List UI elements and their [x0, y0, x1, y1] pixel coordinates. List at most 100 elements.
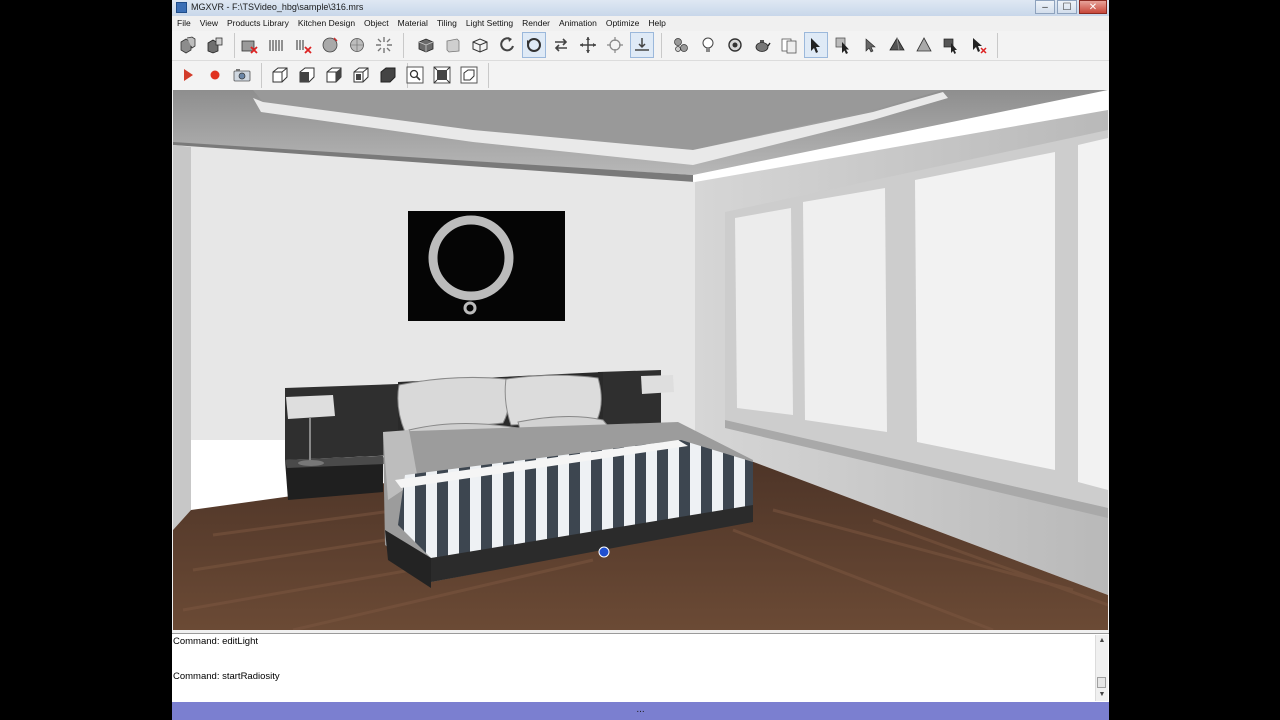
wall-panel-button[interactable]	[442, 33, 464, 57]
menu-products-library[interactable]: Products Library	[222, 18, 293, 28]
radiosity-button[interactable]	[373, 33, 395, 57]
select-delete-button[interactable]	[967, 33, 989, 57]
light-bulb-button[interactable]	[697, 33, 719, 57]
window-shade	[803, 188, 887, 432]
menu-light-setting[interactable]: Light Setting	[461, 18, 517, 28]
menu-file[interactable]: File	[172, 18, 195, 28]
zoom-window-button[interactable]	[458, 63, 480, 87]
select-alt-button[interactable]	[859, 33, 881, 57]
orbit-button[interactable]	[522, 32, 546, 58]
delete-hidden-button[interactable]	[292, 33, 314, 57]
zoom-extents-icon	[433, 66, 451, 84]
pyramid-icon	[916, 37, 932, 52]
scroll-thumb[interactable]	[1097, 677, 1106, 688]
menu-help[interactable]: Help	[643, 18, 669, 28]
select-box-button[interactable]	[832, 33, 854, 57]
select-cross-button[interactable]	[940, 33, 962, 57]
center-target-button[interactable]	[604, 33, 626, 57]
menu-bar: File View Products Library Kitchen Desig…	[172, 16, 1109, 30]
scroll-up-arrow-icon[interactable]: ▲	[1096, 636, 1108, 646]
center-target-icon	[607, 37, 623, 53]
swap-button[interactable]	[550, 33, 572, 57]
swap-icon	[554, 38, 568, 52]
lamp-right	[641, 375, 674, 394]
view-front-button[interactable]	[296, 63, 318, 87]
ground-level-icon	[635, 38, 649, 51]
zoom-button[interactable]	[404, 63, 426, 87]
move-button[interactable]	[577, 33, 599, 57]
maximize-button[interactable]: ☐	[1057, 0, 1077, 14]
select-arrow-alt-icon	[865, 38, 876, 53]
menu-render[interactable]: Render	[517, 18, 554, 28]
play-button[interactable]	[177, 63, 199, 87]
title-bar[interactable]: MGXVR - F:\TSVideo_hbg\sample\316.mrs – …	[172, 0, 1109, 17]
minimize-button[interactable]: –	[1035, 0, 1055, 14]
rotate-icon	[500, 37, 514, 52]
light-gizmo-icon[interactable]	[598, 546, 610, 558]
copy-object-button[interactable]	[177, 33, 199, 57]
menu-animation[interactable]: Animation	[554, 18, 601, 28]
3d-viewport[interactable]	[173, 90, 1108, 630]
camera-button[interactable]	[231, 63, 253, 87]
menu-optimize[interactable]: Optimize	[601, 18, 644, 28]
select-box-icon	[835, 37, 849, 54]
teapot-button[interactable]	[751, 33, 773, 57]
zoom-extents-button[interactable]	[431, 63, 453, 87]
view-left-button[interactable]	[323, 63, 345, 87]
view-perspective-icon	[272, 67, 288, 83]
menu-tiling[interactable]: Tiling	[432, 18, 461, 28]
rotate-button[interactable]	[496, 33, 518, 57]
spheres-icon	[674, 38, 688, 52]
command-scrollbar[interactable]: ▲ ▼	[1095, 635, 1108, 701]
render-sphere-alt-button[interactable]	[346, 33, 368, 57]
window-shade	[1078, 138, 1108, 490]
command-line: Command: editLight	[173, 636, 259, 647]
hide-object-button[interactable]	[265, 33, 287, 57]
pyramid-button[interactable]	[913, 33, 935, 57]
view-left-icon	[326, 67, 342, 83]
scroll-down-arrow-icon[interactable]: ▼	[1096, 690, 1108, 700]
window-shade	[735, 208, 793, 415]
close-button[interactable]: ✕	[1079, 0, 1107, 14]
command-log[interactable]: Command: editLight Command: startRadiosi…	[172, 633, 1109, 703]
cone-icon	[889, 37, 905, 51]
box-solid-icon	[418, 38, 434, 53]
menu-object[interactable]: Object	[359, 18, 393, 28]
box-solid-button[interactable]	[415, 33, 437, 57]
hide-object-icon	[269, 40, 283, 51]
toolbar-group-transform	[415, 32, 662, 58]
record-button[interactable]	[204, 63, 226, 87]
box-wire-button[interactable]	[469, 33, 491, 57]
delete-object-icon	[241, 40, 258, 54]
view-top-button[interactable]	[377, 63, 399, 87]
render-sphere-button[interactable]	[319, 33, 341, 57]
cone-button[interactable]	[886, 33, 908, 57]
toolbar-group-object	[238, 33, 404, 58]
spotlight-button[interactable]	[724, 33, 746, 57]
zoom-window-icon	[460, 66, 478, 84]
app-icon	[176, 2, 187, 13]
spheres-button[interactable]	[670, 33, 692, 57]
window-shade	[915, 152, 1055, 470]
documents-button[interactable]	[778, 33, 800, 57]
ground-level-button[interactable]	[630, 32, 654, 58]
window-title: MGXVR - F:\TSVideo_hbg\sample\316.mrs	[191, 2, 364, 12]
select-button[interactable]	[804, 32, 828, 58]
select-arrow-icon	[811, 38, 820, 53]
window-controls: – ☐ ✕	[1033, 0, 1107, 15]
camera-icon	[233, 69, 251, 82]
delete-object-button[interactable]	[238, 33, 260, 57]
paste-object-button[interactable]	[204, 33, 226, 57]
view-perspective-button[interactable]	[269, 63, 291, 87]
menu-kitchen-design[interactable]: Kitchen Design	[293, 18, 359, 28]
render-toolbar	[172, 61, 1109, 90]
delete-hidden-icon	[296, 40, 312, 54]
teapot-icon	[755, 40, 771, 52]
view-back-button[interactable]	[350, 63, 372, 87]
menu-material[interactable]: Material	[393, 18, 432, 28]
menu-view[interactable]: View	[195, 18, 222, 28]
render-sphere-alt-icon	[350, 38, 364, 52]
bedroom-render	[173, 90, 1108, 630]
select-cross-icon	[943, 38, 957, 54]
view-back-icon	[353, 67, 369, 83]
